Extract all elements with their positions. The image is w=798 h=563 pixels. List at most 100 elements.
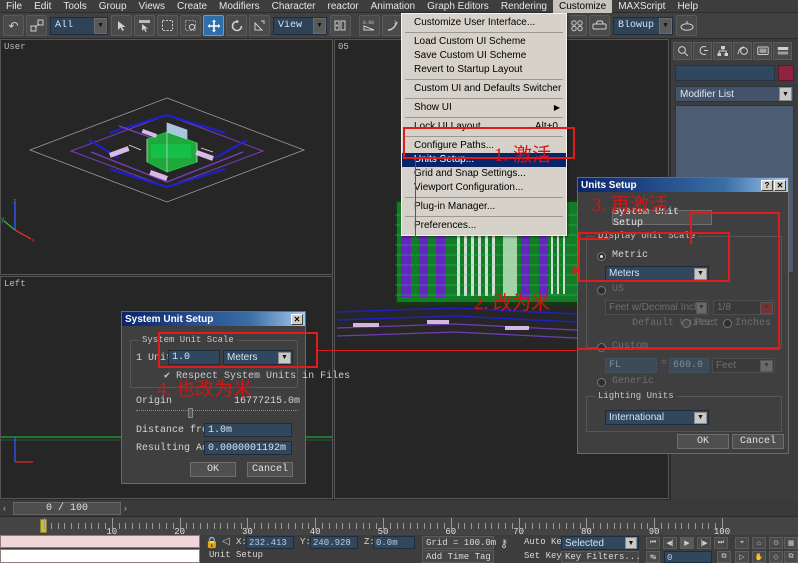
motion-tab-icon[interactable]: [733, 42, 752, 60]
material-editor-icon[interactable]: [566, 15, 587, 36]
selection-lock-icon[interactable]: ◁: [222, 536, 230, 547]
maxscript-listener-white[interactable]: [0, 549, 200, 563]
y-coord-field[interactable]: 240.928: [310, 536, 358, 549]
us-radio[interactable]: [597, 286, 606, 295]
menu-help[interactable]: Help: [671, 0, 704, 13]
hierarchy-tab-icon[interactable]: [713, 42, 732, 60]
time-next-arrow[interactable]: ›: [121, 503, 130, 513]
metric-unit-combo[interactable]: Meters ▼: [605, 266, 709, 281]
menu-item-plug-in-manager[interactable]: Plug-in Manager...: [402, 200, 566, 214]
close-button[interactable]: ✕: [291, 314, 303, 325]
go-to-start-icon[interactable]: ⏮: [646, 537, 660, 549]
system-unit-setup-dialog[interactable]: System Unit Setup ✕ System Unit Scale 1 …: [121, 311, 306, 484]
chevron-down-icon[interactable]: ▼: [694, 268, 707, 280]
zoom-extents-icon[interactable]: ⊙: [769, 537, 783, 549]
distance-from-origin-field[interactable]: 1.0m: [204, 423, 292, 437]
menu-item-show-ui[interactable]: Show UI ▶: [402, 101, 566, 115]
chevron-down-icon[interactable]: ▼: [94, 18, 107, 34]
pan-view-icon[interactable]: ✋: [752, 551, 766, 563]
zoom-all-icon[interactable]: ⌂: [752, 537, 766, 549]
chevron-down-icon[interactable]: ▼: [694, 412, 707, 424]
menu-graph-editors[interactable]: Graph Editors: [421, 0, 495, 13]
selection-filter-combo[interactable]: All ▼: [50, 17, 108, 35]
window-crossing-icon[interactable]: [180, 15, 201, 36]
go-to-end-icon[interactable]: ⏭: [714, 537, 728, 549]
metric-radio[interactable]: [597, 252, 606, 261]
utilities-tab-icon[interactable]: [773, 42, 792, 60]
system-unit-value-field[interactable]: 1.0: [168, 350, 220, 365]
add-time-tag-button[interactable]: Add Time Tag: [422, 550, 494, 563]
menu-item-customize-user-interface[interactable]: Customize User Interface...: [402, 16, 566, 30]
display-tab-icon[interactable]: [753, 42, 772, 60]
menu-reactor[interactable]: reactor: [322, 0, 365, 13]
us-standard-combo[interactable]: Feet w/Decimal Inches ▼: [605, 300, 709, 315]
select-and-rotate-icon[interactable]: [226, 15, 247, 36]
generic-radio[interactable]: [597, 378, 606, 387]
menu-views[interactable]: Views: [133, 0, 172, 13]
key-mode-icon[interactable]: ↹: [646, 551, 660, 563]
chevron-down-icon[interactable]: ▼: [278, 352, 291, 364]
custom-unit-combo[interactable]: Feet ▼: [712, 358, 775, 373]
menu-animation[interactable]: Animation: [365, 0, 421, 13]
create-tab-icon[interactable]: [673, 42, 692, 60]
angle-snap-toggle-icon[interactable]: 0.00: [359, 15, 380, 36]
resulting-accuracy-field[interactable]: 0.0000001192m: [204, 441, 292, 455]
custom-name-field[interactable]: FL: [605, 358, 657, 373]
undo-icon[interactable]: ↶: [3, 15, 24, 36]
chevron-down-icon[interactable]: ▼: [696, 302, 707, 314]
system-unit-cancel-button[interactable]: Cancel: [247, 462, 293, 477]
units-setup-cancel-button[interactable]: Cancel: [732, 434, 784, 449]
respect-system-units-checkbox[interactable]: ✔ Respect System Units in Files: [164, 370, 350, 382]
menu-character[interactable]: Character: [266, 0, 322, 13]
default-inches-radio[interactable]: [723, 319, 732, 328]
select-and-move-icon[interactable]: [203, 15, 224, 36]
z-coord-field[interactable]: 0.0m: [373, 536, 415, 549]
current-frame-display[interactable]: 0 / 100: [13, 502, 121, 515]
system-unit-type-combo[interactable]: Meters ▼: [223, 350, 293, 365]
rectangular-selection-region-icon[interactable]: [157, 15, 178, 36]
menu-item-viewport-configuration[interactable]: Viewport Configuration...: [402, 181, 566, 195]
units-setup-ok-button[interactable]: OK: [677, 434, 729, 449]
key-mode-combo[interactable]: Selected ▼: [561, 536, 639, 550]
close-button[interactable]: ✕: [774, 180, 786, 191]
menu-item-preferences[interactable]: Preferences...: [402, 219, 566, 233]
menu-modifiers[interactable]: Modifiers: [213, 0, 266, 13]
current-frame-field[interactable]: 0: [664, 551, 712, 563]
x-coord-field[interactable]: 232.413: [246, 536, 294, 549]
units-setup-dialog[interactable]: Units Setup ? ✕ System Unit Setup Displa…: [577, 177, 789, 454]
select-object-icon[interactable]: [111, 15, 132, 36]
menu-create[interactable]: Create: [171, 0, 213, 13]
origin-slider-track[interactable]: [136, 410, 298, 420]
select-and-scale-icon[interactable]: [249, 15, 270, 36]
help-button[interactable]: ?: [761, 180, 773, 191]
play-animation-icon[interactable]: ▶: [680, 537, 694, 549]
set-key-label[interactable]: Set Key: [524, 551, 562, 561]
maxscript-listener-pink[interactable]: [0, 535, 200, 548]
time-prev-arrow[interactable]: ‹: [0, 503, 9, 513]
chevron-down-icon[interactable]: ▼: [659, 18, 672, 34]
chevron-down-icon[interactable]: ▼: [760, 302, 773, 314]
menu-item-save-custom-ui-scheme[interactable]: Save Custom UI Scheme: [402, 49, 566, 63]
percent-snap-icon[interactable]: 3: [382, 15, 403, 36]
custom-value-field[interactable]: 660.0: [669, 358, 709, 373]
object-name-field[interactable]: [675, 65, 775, 81]
modify-tab-icon[interactable]: [693, 42, 712, 60]
menu-edit[interactable]: Edit: [28, 0, 57, 13]
key-filters-button[interactable]: Key Filters...: [561, 551, 639, 563]
modifier-list-combo[interactable]: Modifier List ▼: [675, 86, 794, 102]
default-feet-radio[interactable]: [682, 319, 691, 328]
arc-rotate-icon[interactable]: ▷: [735, 551, 749, 563]
time-configuration-icon[interactable]: ⧉: [717, 551, 731, 563]
menu-item-units-setup[interactable]: Units Setup...: [402, 153, 566, 167]
menu-item-load-custom-ui-scheme[interactable]: Load Custom UI Scheme: [402, 35, 566, 49]
menu-file[interactable]: File: [0, 0, 28, 13]
menu-item-custom-ui-and-defaults-switcher[interactable]: Custom UI and Defaults Switcher: [402, 82, 566, 96]
us-fraction-combo[interactable]: 1/8 ▼: [713, 300, 775, 315]
reference-coordinate-system-combo[interactable]: View ▼: [273, 17, 327, 35]
field-of-view-icon[interactable]: ▦: [784, 537, 798, 549]
viewport-user[interactable]: User: [0, 39, 333, 275]
lighting-units-combo[interactable]: International ▼: [605, 410, 709, 425]
orbit-icon[interactable]: ◇: [769, 551, 783, 563]
origin-slider-handle[interactable]: [188, 408, 193, 418]
track-bar[interactable]: 102030405060708090100: [0, 516, 798, 535]
